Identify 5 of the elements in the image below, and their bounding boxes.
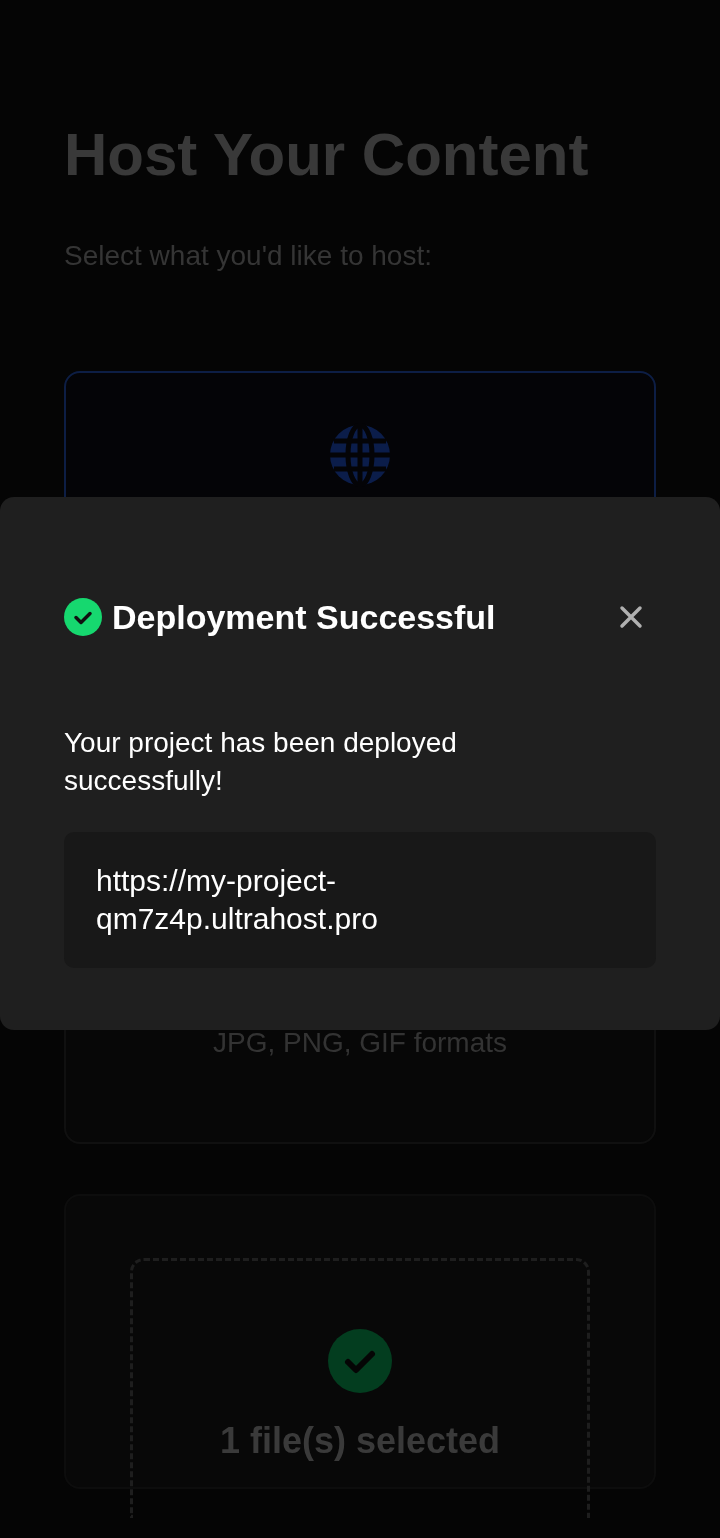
dialog-message: Your project has been deployed successfully! <box>64 726 458 798</box>
close-icon[interactable] <box>618 604 644 630</box>
globe-icon <box>328 423 392 487</box>
project-url[interactable]: https://my-project-qm7z4p.ultrahost.pro <box>96 862 588 938</box>
dialog-title: Deployment Successful <box>112 597 497 637</box>
